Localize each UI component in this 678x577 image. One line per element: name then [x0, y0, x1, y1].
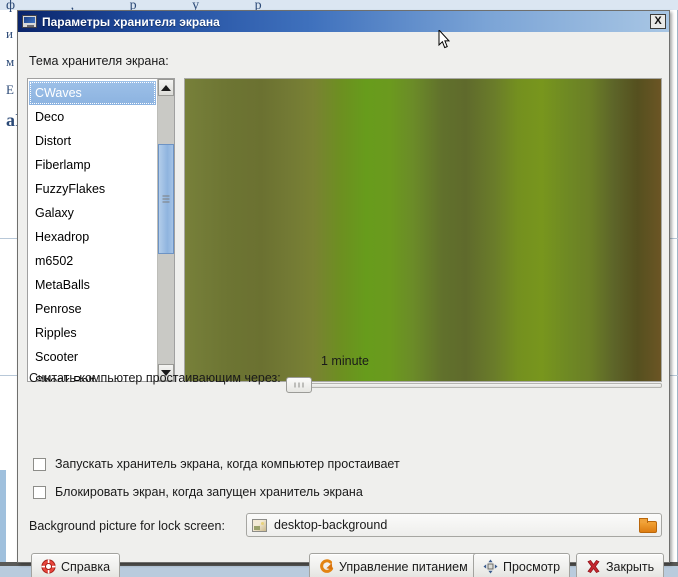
dialog-body: Тема хранителя экрана: CWaves Deco Disto…: [18, 32, 669, 577]
dialog-title: Параметры хранителя экрана: [42, 14, 220, 29]
idle-timeout-label: Считать компьютер простаивающим через:: [29, 371, 281, 385]
folder-open-icon[interactable]: [637, 517, 657, 533]
preview-gradient-canvas: [185, 79, 661, 381]
list-item[interactable]: MetaBalls: [28, 273, 157, 297]
red-x-icon: [587, 559, 600, 574]
background-picture-value: desktop-background: [274, 518, 388, 532]
list-item[interactable]: Distort: [28, 129, 157, 153]
scrollbar-thumb[interactable]: [158, 144, 174, 254]
idle-timeout-value: 1 minute: [321, 354, 369, 368]
background-picture-field[interactable]: desktop-background: [246, 513, 662, 537]
close-dialog-button[interactable]: Закрыть: [576, 553, 665, 577]
list-item[interactable]: Galaxy: [28, 201, 157, 225]
background-picture-label: Background picture for lock screen:: [29, 519, 225, 533]
help-button[interactable]: Справка: [31, 553, 121, 577]
checkbox-run-screensaver[interactable]: Запускать хранитель экрана, когда компью…: [33, 457, 400, 471]
list-item[interactable]: Penrose: [28, 297, 157, 321]
slider-track[interactable]: [306, 383, 662, 388]
list-item[interactable]: Fiberlamp: [28, 153, 157, 177]
list-item[interactable]: Deco: [28, 105, 157, 129]
checkbox-lock-screen[interactable]: Блокировать экран, когда запущен храните…: [33, 485, 363, 499]
list-item[interactable]: Scooter: [28, 345, 157, 369]
checkbox-icon[interactable]: [33, 457, 46, 471]
lifebuoy-icon: [41, 559, 56, 574]
background-left-accent-bar: [0, 470, 6, 562]
screensaver-theme-listbox[interactable]: CWaves Deco Distort Fiberlamp FuzzyFlake…: [27, 78, 175, 382]
list-item[interactable]: FuzzyFlakes: [28, 177, 157, 201]
checkbox-lock-screen-label: Блокировать экран, когда запущен храните…: [55, 485, 363, 499]
idle-timeout-slider[interactable]: [286, 376, 662, 394]
close-icon[interactable]: X: [650, 14, 666, 29]
slider-thumb[interactable]: [286, 377, 312, 393]
screensaver-preview[interactable]: [184, 78, 662, 382]
screensaver-settings-dialog: Параметры хранителя экрана X Тема хранит…: [17, 10, 670, 577]
checkbox-run-screensaver-label: Запускать хранитель экрана, когда компью…: [55, 457, 400, 471]
power-management-button-label: Управление питанием: [339, 559, 468, 574]
scrollbar-track[interactable]: [158, 96, 174, 364]
list-scrollbar[interactable]: [157, 79, 174, 381]
theme-label: Тема хранителя экрана:: [29, 54, 169, 68]
list-item[interactable]: CWaves: [29, 81, 156, 105]
close-dialog-button-label: Закрыть: [606, 559, 655, 574]
preview-button-label: Просмотр: [503, 559, 561, 574]
list-item[interactable]: Ripples: [28, 321, 157, 345]
checkbox-icon[interactable]: [33, 485, 46, 499]
help-button-label: Справка: [61, 559, 111, 574]
image-file-icon: [252, 518, 267, 532]
power-arrow-icon: [320, 559, 334, 573]
dialog-titlebar[interactable]: Параметры хранителя экрана X: [18, 11, 669, 32]
theme-list[interactable]: CWaves Deco Distort Fiberlamp FuzzyFlake…: [28, 79, 157, 381]
fullscreen-arrows-icon: [483, 559, 498, 574]
scroll-up-icon[interactable]: [158, 79, 174, 96]
list-item[interactable]: m6502: [28, 249, 157, 273]
preview-button[interactable]: Просмотр: [473, 553, 571, 577]
monitor-icon: [22, 15, 37, 28]
list-item[interactable]: Hexadrop: [28, 225, 157, 249]
power-management-button[interactable]: Управление питанием: [309, 553, 478, 577]
